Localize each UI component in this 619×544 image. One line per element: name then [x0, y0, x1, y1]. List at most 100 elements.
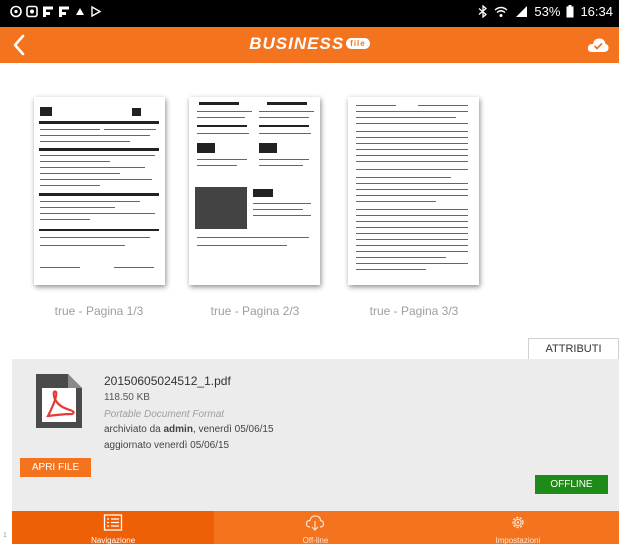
- text-line: [40, 135, 150, 136]
- header-bar: [39, 148, 159, 151]
- text-line: [197, 245, 287, 246]
- text-line: [197, 117, 245, 118]
- text-line: [259, 159, 309, 160]
- text-line: [259, 165, 303, 166]
- nav-label: Navigazione: [91, 536, 136, 544]
- text-line: [197, 159, 247, 160]
- text-line: [356, 105, 396, 106]
- text-line: [40, 167, 145, 168]
- app-logo: BUSINESS file: [0, 34, 619, 54]
- text-line: [104, 129, 156, 130]
- archived-user: admin: [163, 424, 193, 435]
- text-line: [197, 111, 252, 112]
- header-bar: [39, 121, 159, 124]
- signal-icon: [516, 6, 528, 17]
- brand-badge: file: [346, 38, 370, 49]
- header-bar: [267, 102, 307, 105]
- logo-mark: [197, 143, 215, 153]
- text-line: [356, 137, 468, 138]
- nav-label: Impostazioni: [495, 536, 541, 544]
- tab-attributes[interactable]: ATTRIBUTI: [528, 338, 619, 360]
- text-line: [40, 213, 155, 214]
- text-line: [356, 111, 468, 112]
- text-line: [356, 177, 451, 178]
- text-line: [40, 219, 90, 220]
- text-line: [356, 143, 468, 144]
- clock: 16:34: [580, 4, 613, 19]
- logo-mark: [132, 108, 141, 116]
- cloud-check-icon[interactable]: [587, 36, 609, 54]
- flipboard-icon: [43, 6, 53, 17]
- notification-icon: [26, 5, 38, 18]
- gear-icon: [512, 516, 524, 529]
- text-line: [259, 117, 309, 118]
- file-info-panel: 20150605024512_1.pdf 118.50 KB Portable …: [12, 359, 619, 511]
- bluetooth-icon: [478, 5, 488, 18]
- play-store-icon: [91, 5, 102, 18]
- offline-button[interactable]: OFFLINE: [535, 475, 608, 494]
- text-line: [40, 129, 100, 130]
- page-thumbnail-1[interactable]: [34, 97, 165, 285]
- text-line: [40, 161, 110, 162]
- text-line: [356, 251, 468, 252]
- text-line: [356, 233, 468, 234]
- battery-percent: 53%: [534, 4, 561, 19]
- text-line: [253, 203, 311, 204]
- text-line: [259, 111, 314, 112]
- page-thumbnail-2[interactable]: [189, 97, 320, 285]
- battery-icon: [566, 5, 574, 18]
- wifi-icon: [494, 6, 508, 17]
- page-label-2: true - Pagina 2/3: [210, 304, 300, 318]
- text-line: [40, 245, 125, 246]
- list-icon: [104, 514, 123, 531]
- text-line: [356, 201, 436, 202]
- open-file-button[interactable]: APRI FILE: [20, 458, 91, 477]
- logo-mark: [253, 189, 273, 197]
- text-line: [418, 105, 468, 106]
- text-line: [356, 221, 468, 222]
- text-line: [356, 257, 446, 258]
- text-line: [197, 165, 237, 166]
- page-label-3: true - Pagina 3/3: [369, 304, 459, 318]
- text-line: [356, 239, 468, 240]
- text-line: [259, 133, 311, 134]
- nav-offline[interactable]: Off-line: [214, 511, 416, 544]
- text-line: [40, 207, 115, 208]
- logo-mark: [259, 143, 277, 153]
- text-line: [356, 209, 468, 210]
- text-line: [356, 227, 468, 228]
- file-size: 118.50 KB: [104, 392, 150, 403]
- text-line: [356, 149, 468, 150]
- text-line: [40, 201, 140, 202]
- bottom-navigation: Navigazione Off-line Impostazioni: [12, 511, 619, 544]
- text-line: [197, 133, 249, 134]
- logo-mark: [40, 107, 52, 116]
- text-line: [40, 267, 80, 268]
- header-bar: [39, 229, 159, 231]
- text-line: [356, 117, 456, 118]
- page-thumbnail-3[interactable]: [348, 97, 479, 285]
- page-label-1: true - Pagina 1/3: [54, 304, 144, 318]
- text-line: [40, 237, 150, 238]
- header-bar: [259, 125, 309, 127]
- text-line: [197, 237, 309, 238]
- status-right: 53% 16:34: [478, 4, 613, 19]
- pdf-file-icon: [36, 374, 82, 428]
- text-line: [253, 215, 311, 216]
- notification-icons: [10, 5, 102, 18]
- header-bar: [197, 125, 247, 127]
- nav-navigazione[interactable]: Navigazione: [12, 511, 215, 544]
- brand-name: BUSINESS: [249, 34, 345, 53]
- updated-info: aggiornato venerdì 05/06/15: [104, 440, 230, 451]
- file-name: 20150605024512_1.pdf: [104, 374, 231, 388]
- cloud-download-icon: [306, 515, 325, 531]
- corner-mark: 1: [3, 532, 7, 539]
- text-line: [356, 155, 468, 156]
- text-line: [356, 123, 468, 124]
- nav-label: Off-line: [302, 536, 329, 544]
- text-line: [356, 161, 468, 162]
- app-bar: BUSINESS file: [0, 27, 619, 63]
- status-bar: 53% 16:34: [0, 0, 619, 27]
- nav-impostazioni[interactable]: Impostazioni: [417, 511, 619, 544]
- cloud-icon: [76, 8, 84, 15]
